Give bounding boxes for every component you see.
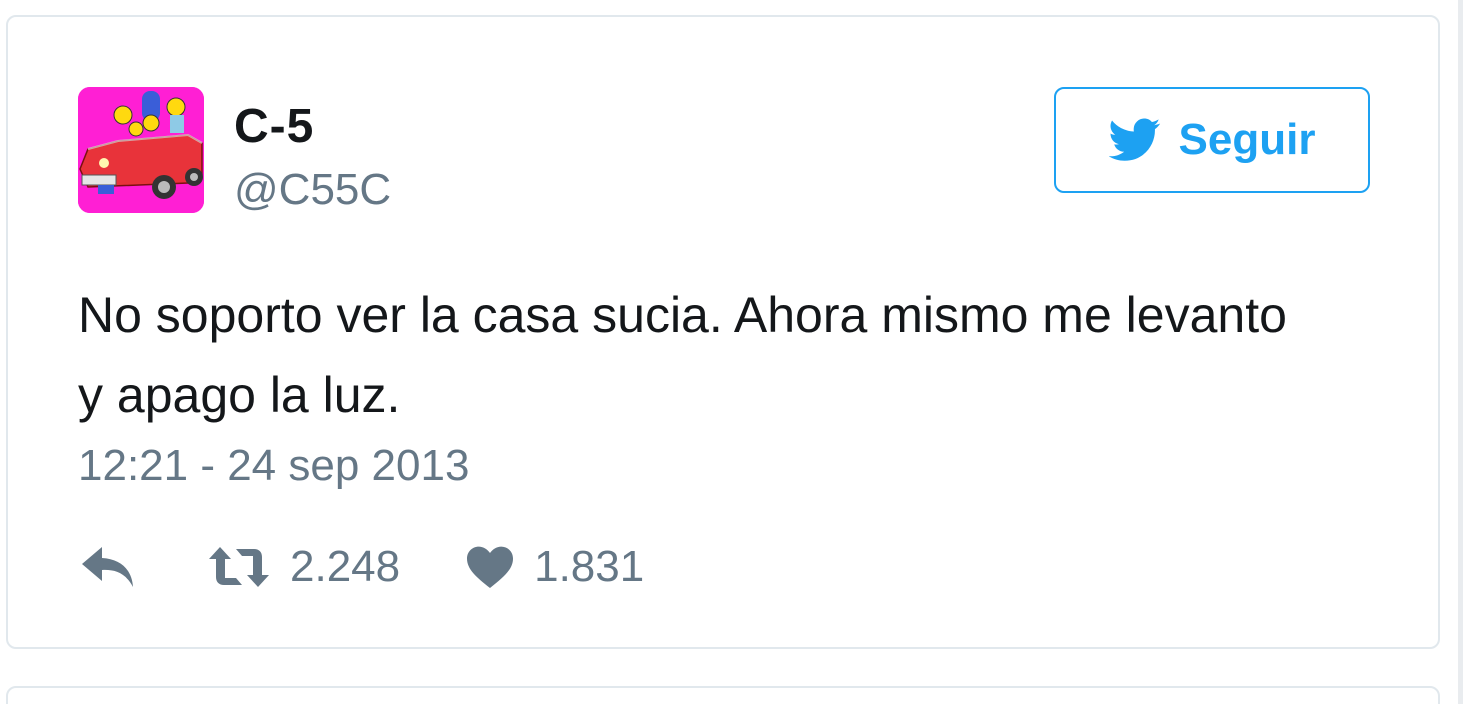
next-tweet-card [6, 686, 1440, 704]
follow-button[interactable]: Seguir [1054, 87, 1370, 193]
like-button[interactable]: 1.831 [466, 542, 644, 592]
retweet-count: 2.248 [290, 542, 401, 591]
reply-icon [82, 547, 133, 587]
reply-button[interactable] [80, 545, 136, 589]
twitter-bird-icon [1108, 118, 1160, 161]
retweet-icon [209, 547, 269, 587]
avatar-cartoon-image [78, 87, 204, 213]
heart-icon [467, 546, 514, 588]
tweet-actions: 2.248 1.831 [80, 539, 644, 595]
retweet-button[interactable]: 2.248 [208, 542, 400, 592]
like-count: 1.831 [534, 542, 645, 591]
screen-name[interactable]: @C55C [234, 165, 391, 215]
tweet-card: C-5 @C55C Seguir No soporto ver la casa … [6, 15, 1440, 649]
tweet-timestamp[interactable]: 12:21 - 24 sep 2013 [78, 441, 469, 491]
page: C-5 @C55C Seguir No soporto ver la casa … [0, 0, 1463, 704]
follow-button-label: Seguir [1178, 115, 1316, 164]
tweet-text: No soporto ver la casa sucia. Ahora mism… [78, 287, 1287, 423]
page-scroll-edge [1458, 0, 1463, 704]
display-name[interactable]: C-5 [234, 99, 314, 154]
avatar[interactable] [78, 87, 204, 213]
